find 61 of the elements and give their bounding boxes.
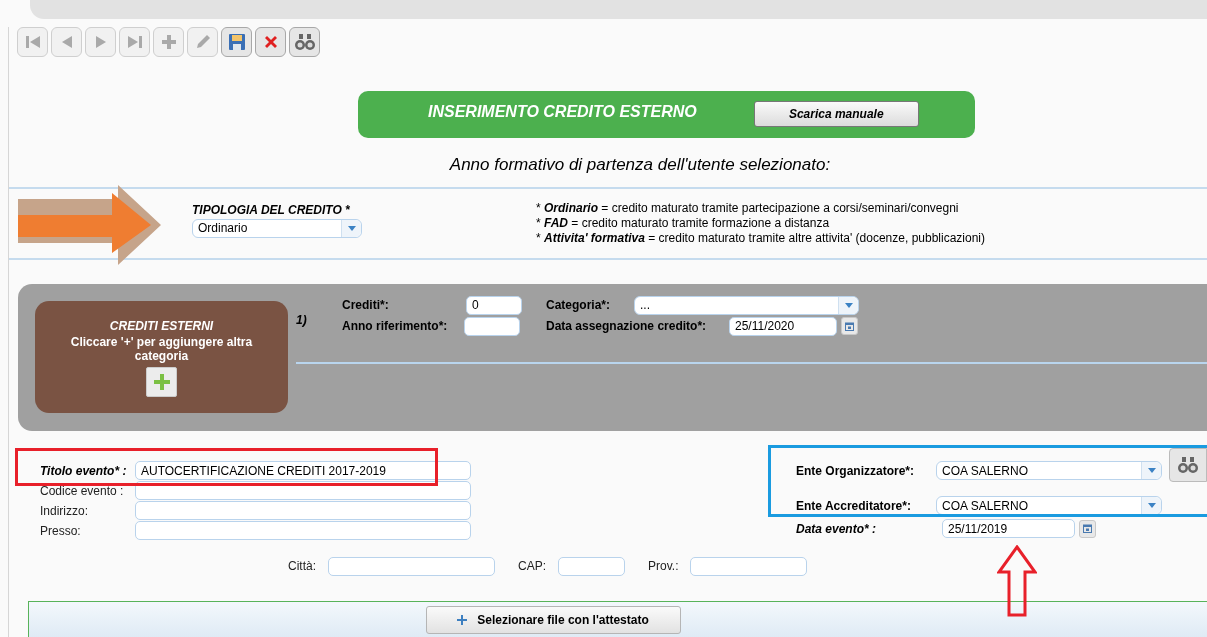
- note-text: *Attivita' formativa = credito maturato tramite altre attivita' (docenze, pubblicazioni): [536, 230, 985, 246]
- field-label: TIPOLOGIA DEL CREDITO *: [192, 201, 351, 219]
- field-label: Categoria*:: [546, 297, 611, 314]
- input-field[interactable]: [690, 556, 808, 576]
- field-label: Prov.:: [648, 558, 679, 575]
- download-manual-button[interactable]: Scarica manuale: [753, 101, 919, 127]
- binoculars-icon: [1178, 455, 1198, 474]
- field-label: Indirizzo:: [40, 502, 90, 520]
- input-field[interactable]: [135, 501, 471, 520]
- field-label: Ente Organizzatore*:: [796, 462, 916, 480]
- field-label: Anno riferimento*:: [342, 318, 449, 335]
- field-label: Titolo evento* :: [40, 462, 128, 480]
- upload-button[interactable]: Selezionare file con l'attestato: [425, 605, 681, 634]
- caret-icon: [844, 302, 853, 308]
- first-record-icon: [23, 34, 42, 50]
- subtitle: Anno formativo di partenza dell'utente selezionato:: [449, 154, 831, 176]
- input-field[interactable]: 25/11/2019: [942, 519, 1075, 538]
- field-label: Data evento* :: [796, 520, 878, 538]
- row-number: 1): [296, 311, 308, 329]
- plus-icon: [457, 614, 468, 625]
- input-field[interactable]: AUTOCERTIFICAZIONE CREDITI 2017-2019: [135, 461, 471, 480]
- box-title: CREDITI ESTERNI: [109, 317, 214, 335]
- dropdown[interactable]: COA SALERNO: [936, 461, 1162, 480]
- calendar-button[interactable]: [841, 317, 858, 335]
- binoculars-icon: [294, 33, 315, 51]
- field-label: Presso:: [40, 522, 82, 540]
- input-field[interactable]: 0: [466, 295, 522, 315]
- toolbar-button[interactable]: [221, 27, 252, 57]
- caret-icon: [347, 225, 356, 231]
- input-field[interactable]: [464, 316, 520, 336]
- input-field[interactable]: [135, 521, 471, 540]
- field-label: Ente Accreditatore*:: [796, 497, 912, 515]
- calendar-icon: [1083, 524, 1092, 533]
- save-icon: [227, 33, 246, 51]
- note-text: *Ordinario = credito maturato tramite partecipazione a corsi/seminari/convegni: [536, 200, 960, 216]
- calendar-icon: [845, 321, 854, 331]
- caret-icon: [1147, 468, 1156, 473]
- plus-icon: [152, 372, 171, 391]
- dropdown[interactable]: ...: [634, 295, 859, 315]
- input-field[interactable]: [558, 556, 626, 576]
- note-text: *FAD = credito maturato tramite formazione a distanza: [536, 215, 831, 231]
- caret-icon: [1147, 503, 1156, 508]
- field-label: CAP:: [518, 558, 547, 575]
- page-title: INSERIMENTO CREDITO ESTERNO: [428, 102, 697, 122]
- field-label: Crediti*:: [342, 297, 390, 314]
- field-label: Città:: [288, 558, 316, 575]
- box-text: Cliccare '+' per aggiungere altra categoria: [69, 334, 254, 363]
- last-record-icon: [125, 34, 144, 50]
- arrow-icon: [18, 184, 161, 267]
- calendar-button[interactable]: [1079, 519, 1096, 538]
- add-category-button[interactable]: [146, 366, 177, 397]
- plus-icon: [159, 33, 178, 51]
- input-field[interactable]: 25/11/2020: [729, 316, 837, 336]
- toolbar-button[interactable]: [255, 27, 286, 57]
- dropdown[interactable]: Ordinario: [192, 218, 362, 238]
- field-label: Codice evento :: [40, 482, 125, 500]
- field-label: Data assegnazione credito*:: [546, 318, 708, 335]
- input-field[interactable]: [328, 556, 495, 576]
- search-button[interactable]: [1169, 447, 1207, 482]
- toolbar-button[interactable]: [289, 27, 320, 57]
- up-arrow-icon: [997, 545, 1037, 617]
